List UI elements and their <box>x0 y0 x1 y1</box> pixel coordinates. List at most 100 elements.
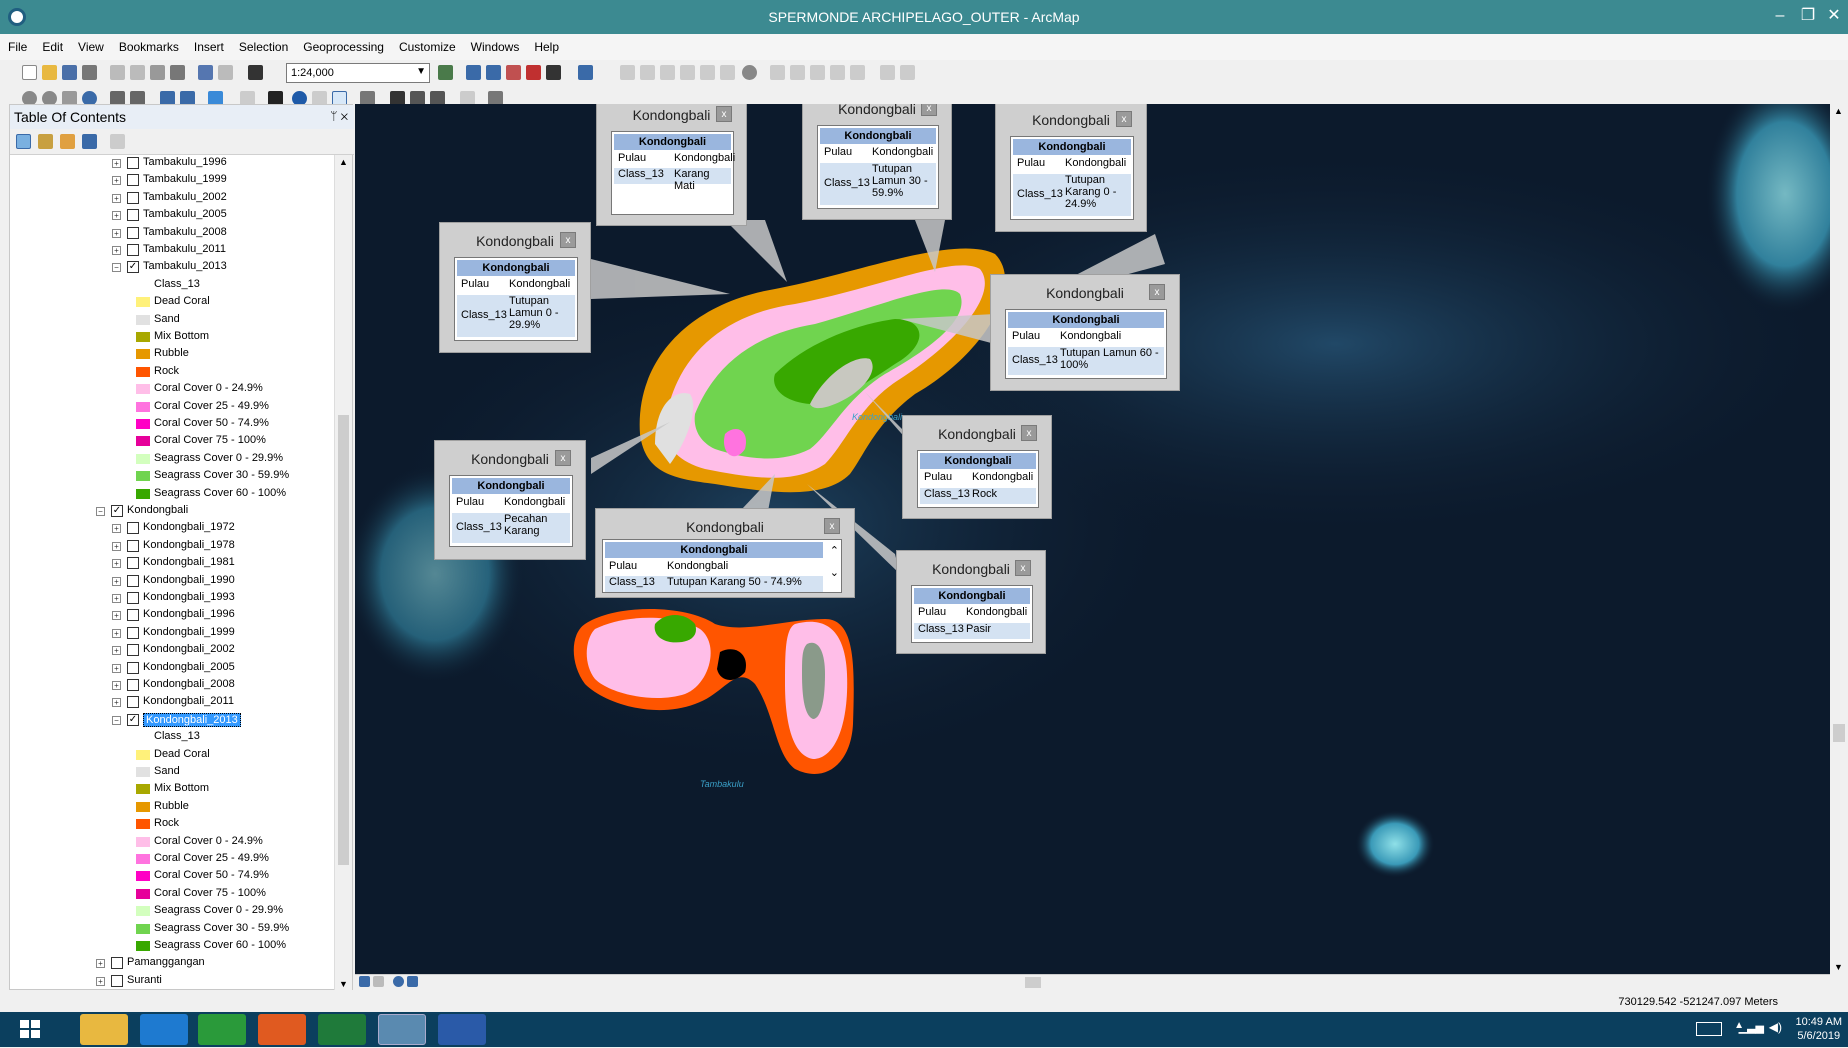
legend-item[interactable]: Coral Cover 50 - 74.9% <box>10 868 330 885</box>
layer-name[interactable]: Kondongbali_1996 <box>143 608 235 620</box>
legend-swatch[interactable] <box>136 767 150 777</box>
legend-swatch[interactable] <box>136 297 150 308</box>
toc-scroll-thumb[interactable] <box>338 415 349 865</box>
layer-name[interactable]: Kondongbali_2008 <box>143 678 235 690</box>
menu-edit[interactable]: Edit <box>34 34 70 54</box>
legend-swatch[interactable] <box>136 888 150 899</box>
list-by-selection-icon[interactable] <box>82 134 97 149</box>
layer-visibility-checkbox[interactable] <box>127 191 139 204</box>
layer-visibility-checkbox[interactable]: ✓ <box>127 261 139 274</box>
expand-icon[interactable]: + <box>112 176 121 186</box>
globe-icon[interactable] <box>742 65 757 80</box>
menu-windows[interactable]: Windows <box>463 34 527 54</box>
data-view-icon[interactable] <box>359 976 370 987</box>
popup-close-button[interactable]: x <box>921 104 937 116</box>
layer-name[interactable]: Kondongbali_1990 <box>143 574 235 586</box>
expand-icon[interactable]: + <box>112 559 121 569</box>
refresh-icon[interactable] <box>393 976 404 987</box>
endpoint-arc-icon[interactable] <box>720 65 735 80</box>
toc-options-icon[interactable] <box>110 134 125 149</box>
map-horizontal-scrollbar[interactable] <box>355 974 1830 990</box>
redo-icon[interactable] <box>218 65 233 80</box>
trace-tool-icon[interactable] <box>660 65 675 80</box>
arcmap-taskbar-icon[interactable] <box>378 1014 426 1045</box>
create-features-icon[interactable] <box>830 65 845 80</box>
toc-scrollbar[interactable]: ▲ ▼ <box>334 155 352 991</box>
legend-swatch[interactable] <box>136 941 150 951</box>
layer-visibility-checkbox[interactable] <box>127 209 139 222</box>
layer-visibility-checkbox[interactable] <box>127 157 139 169</box>
legend-swatch[interactable] <box>136 332 150 342</box>
editor-toolbar-icon[interactable] <box>438 65 453 80</box>
legend-item[interactable]: Rubble <box>10 346 330 363</box>
toc-layer[interactable]: − ✓ Tambakulu_2013 <box>10 259 330 276</box>
expand-icon[interactable]: + <box>112 524 121 534</box>
legend-item[interactable]: Sand <box>10 312 330 329</box>
toc-layer[interactable]: + Kondongbali_1996 <box>10 607 330 624</box>
map-hscroll-thumb[interactable] <box>1025 977 1041 988</box>
menu-view[interactable]: View <box>70 34 111 54</box>
legend-swatch[interactable] <box>136 419 150 429</box>
store-icon[interactable] <box>198 1014 246 1045</box>
attributes-icon[interactable] <box>790 65 805 80</box>
legend-item[interactable]: Coral Cover 75 - 100% <box>10 433 330 450</box>
chevron-down-icon[interactable]: ⌄ <box>830 566 839 579</box>
georeferencing-icon[interactable] <box>880 65 895 80</box>
menu-customize[interactable]: Customize <box>391 34 463 54</box>
expand-icon[interactable]: + <box>112 646 121 656</box>
identify-popup-lamun-60[interactable]: Kondongbali x Kondongbali Pulau Kondongba… <box>990 274 1180 391</box>
legend-item[interactable]: Coral Cover 75 - 100% <box>10 886 330 903</box>
layer-name[interactable]: Kondongbali_2013 <box>143 712 241 727</box>
table-icon[interactable] <box>850 65 865 80</box>
legend-item[interactable]: Mix Bottom <box>10 781 330 798</box>
layer-visibility-checkbox[interactable]: ✓ <box>127 713 139 726</box>
layer-name[interactable]: Tambakulu_1996 <box>143 156 227 168</box>
identify-popup-karang-mati[interactable]: Kondongbali x Kondongbali Pulau Kondongba… <box>596 104 747 226</box>
expand-icon[interactable]: + <box>112 576 121 586</box>
popup-close-button[interactable]: x <box>1021 425 1037 441</box>
expand-icon[interactable]: + <box>112 611 121 621</box>
legend-item[interactable]: Seagrass Cover 60 - 100% <box>10 938 330 955</box>
popup-close-button[interactable]: x <box>1149 284 1165 300</box>
toc-layer[interactable]: + Kondongbali_2005 <box>10 660 330 677</box>
toc-layer[interactable]: + Kondongbali_1990 <box>10 573 330 590</box>
identify-popup-lamun-30[interactable]: Kondongbali x Kondongbali Pulau Kondongba… <box>802 104 952 220</box>
expand-icon[interactable]: + <box>112 246 121 255</box>
python-window-icon[interactable] <box>546 65 561 80</box>
layer-visibility-checkbox[interactable] <box>127 522 139 535</box>
firefox-icon[interactable] <box>258 1014 306 1045</box>
legend-item[interactable]: Coral Cover 25 - 49.9% <box>10 851 330 868</box>
menu-bookmarks[interactable]: Bookmarks <box>111 34 186 54</box>
toc-group-layer[interactable]: − ✓ Kondongbali <box>10 503 330 520</box>
identify-popup-pasir[interactable]: Kondongbali x Kondongbali Pulau Kondongba… <box>896 550 1046 654</box>
legend-swatch[interactable] <box>136 436 150 447</box>
identify-popup-karang-0[interactable]: Kondongbali x Kondongbali Pulau Kondongba… <box>995 104 1147 232</box>
toc-layer[interactable]: + Tambakulu_1996 <box>10 155 330 172</box>
expand-icon[interactable]: + <box>112 159 121 168</box>
map-scale-combo[interactable]: 1:24,000 ▼ <box>286 63 430 83</box>
layer-name[interactable]: Kondongbali_2002 <box>143 643 235 655</box>
tangent-tool-icon[interactable] <box>700 65 715 80</box>
toc-layer[interactable]: + Kondongbali_1999 <box>10 625 330 642</box>
cut-icon[interactable] <box>110 65 125 80</box>
add-data-icon[interactable] <box>248 65 263 80</box>
list-by-visibility-icon[interactable] <box>60 134 75 149</box>
scroll-down-icon[interactable]: ▼ <box>339 979 348 989</box>
open-folder-icon[interactable] <box>42 65 57 80</box>
expand-icon[interactable]: + <box>112 628 121 638</box>
legend-swatch[interactable] <box>136 749 150 760</box>
layer-visibility-checkbox[interactable] <box>127 626 139 639</box>
layer-visibility-checkbox[interactable] <box>127 226 139 239</box>
toc-group-layer[interactable]: + Pamanggangan <box>10 955 330 972</box>
toc-layer[interactable]: + Kondongbali_2002 <box>10 642 330 659</box>
layer-visibility-checkbox[interactable] <box>127 609 139 622</box>
identify-popup-rock[interactable]: Kondongbali x Kondongbali Pulau Kondongba… <box>902 415 1052 519</box>
layer-name[interactable]: Tambakulu_2011 <box>143 243 226 255</box>
toc-layer[interactable]: + Kondongbali_2008 <box>10 677 330 694</box>
layer-name[interactable]: Kondongbali_1999 <box>143 626 235 638</box>
identify-popup-lamun-0[interactable]: Kondongbali x Kondongbali Pulau Kondongba… <box>439 222 591 353</box>
legend-item[interactable]: Coral Cover 50 - 74.9% <box>10 416 330 433</box>
menu-geoprocessing[interactable]: Geoprocessing <box>295 34 391 54</box>
legend-item[interactable]: Mix Bottom <box>10 329 330 346</box>
collapse-icon[interactable]: − <box>112 263 121 273</box>
